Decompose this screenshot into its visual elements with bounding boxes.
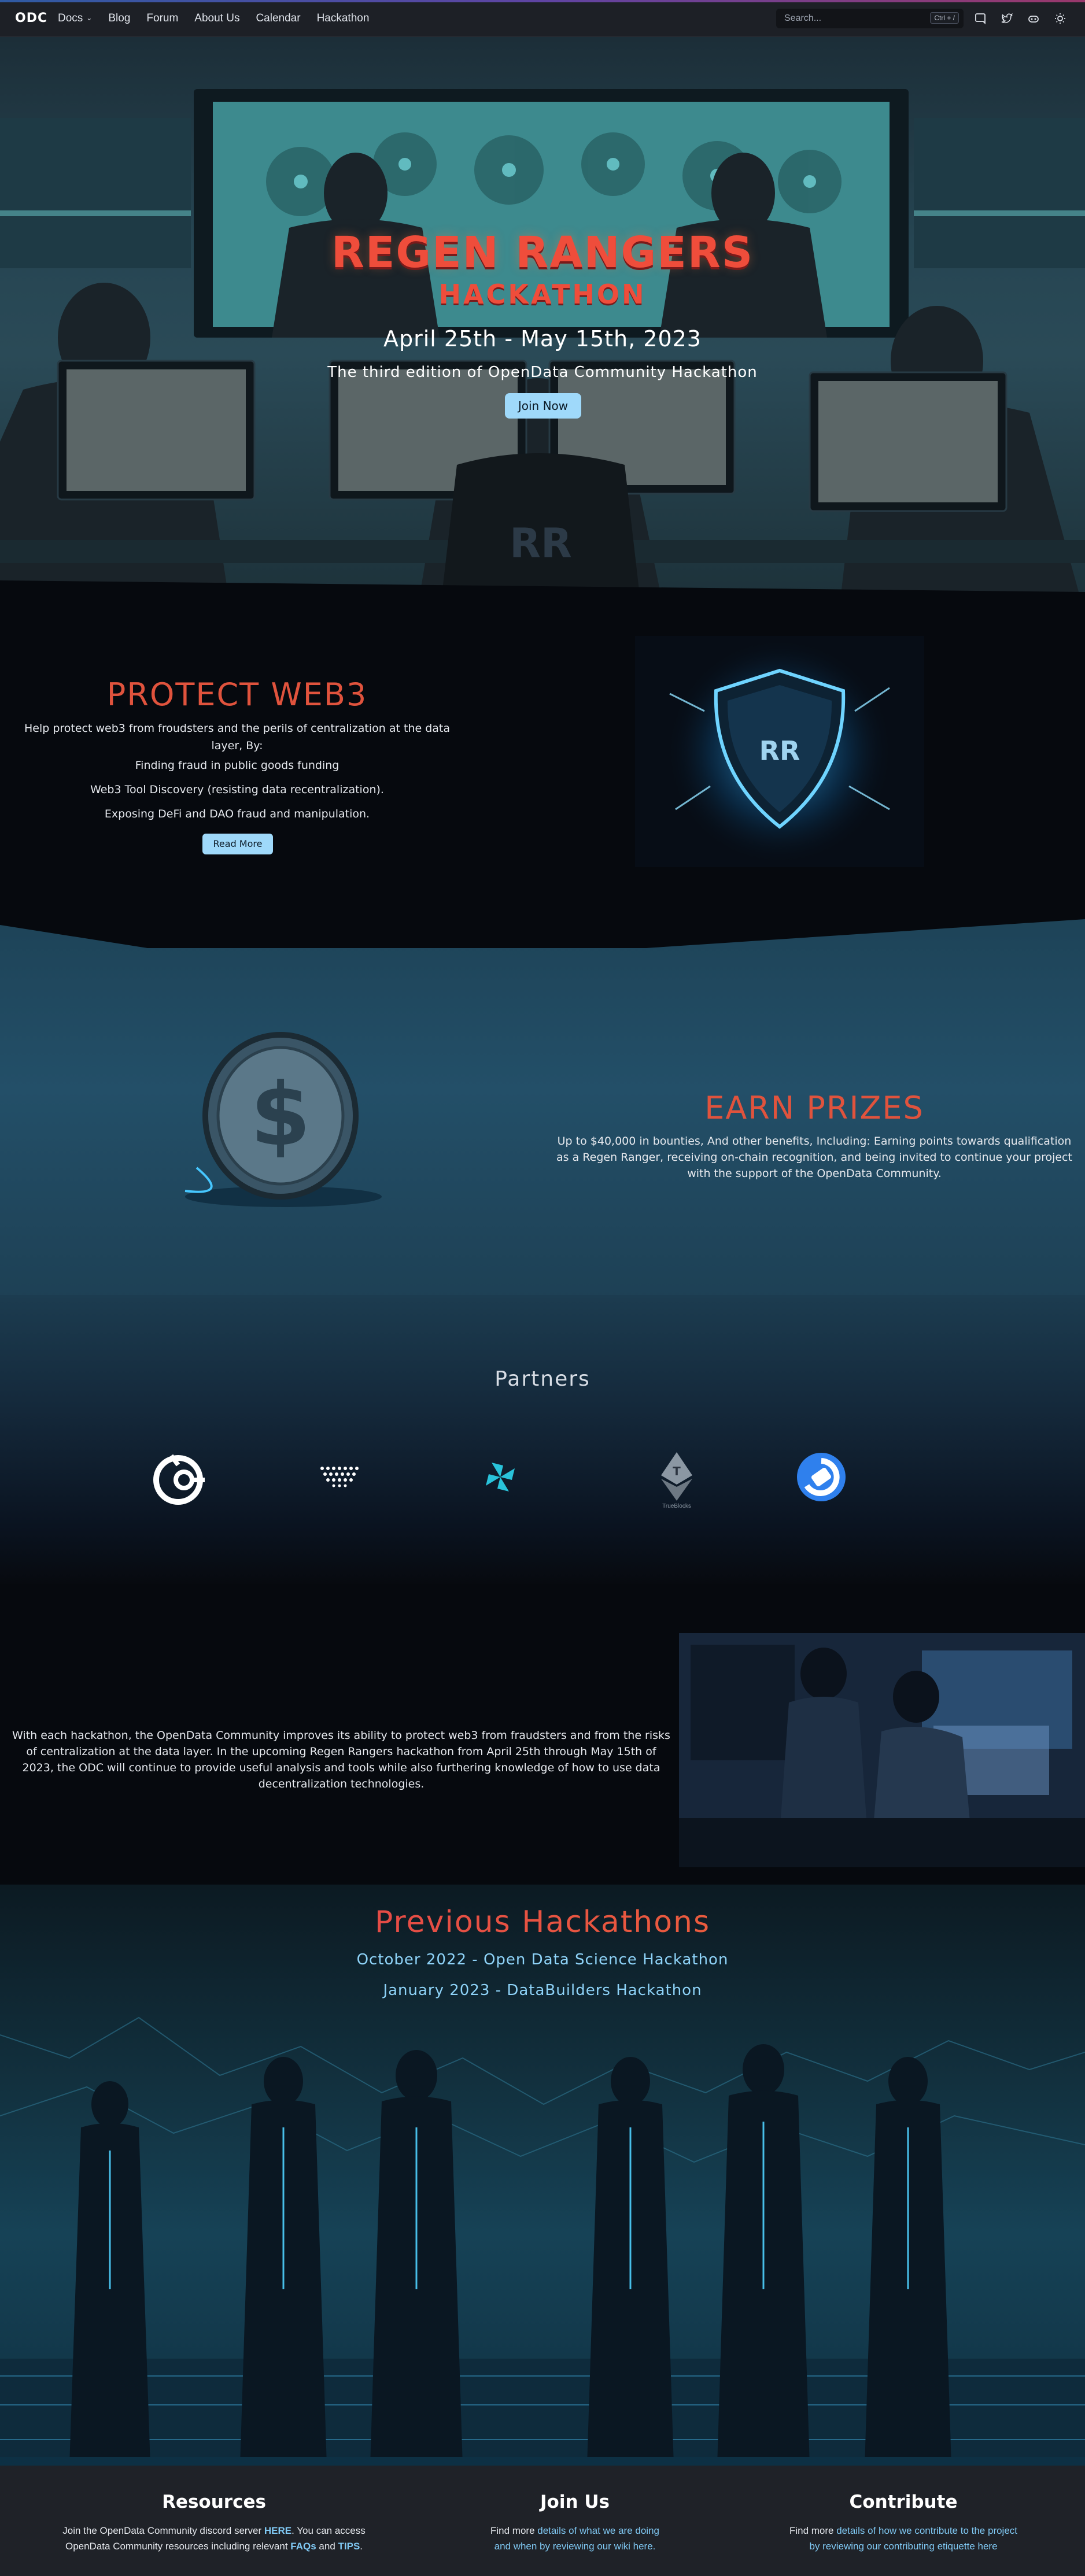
previous-hackathon-link[interactable]: October 2022 - Open Data Science Hackath… <box>0 1951 1085 1968</box>
partners-title: Partners <box>494 1367 591 1391</box>
footer-text: Join the OpenData Community discord serv… <box>62 2525 264 2536</box>
previous-hackathons-section: Previous Hackathons October 2022 - Open … <box>0 1885 1085 2466</box>
search-placeholder: Search... <box>784 13 822 23</box>
blue-circle-logo[interactable] <box>789 1445 853 1509</box>
chevron-down-icon: ⌄ <box>86 14 93 22</box>
footer-text: and <box>316 2541 338 2552</box>
twitter-icon[interactable] <box>1001 10 1013 27</box>
footer-text: . <box>360 2541 363 2552</box>
footer-join-title: Join Us <box>540 2492 610 2512</box>
nav-forum[interactable]: Forum <box>146 12 178 25</box>
footer-text: OpenData Community resources including r… <box>65 2541 291 2552</box>
pinwheel-logo[interactable] <box>468 1445 532 1509</box>
protect-item: Web3 Tool Discovery (resisting data rece… <box>90 783 384 796</box>
prizes-body: Up to $40,000 in bounties, And other ben… <box>556 1135 1072 1180</box>
footer-join-us: Join Us Find more details of what we are… <box>401 2492 748 2554</box>
footer-resources-title: Resources <box>162 2492 266 2512</box>
previous-hackathon-link[interactable]: January 2023 - DataBuilders Hackathon <box>0 1982 1085 1999</box>
protect-item: Exposing DeFi and DAO fraud and manipula… <box>104 808 370 820</box>
nav-links: Docs ⌄ Blog Forum About Us Calendar Hacka… <box>58 12 369 25</box>
wiki-here-link[interactable]: and when by reviewing our wiki here. <box>494 2541 656 2552</box>
footer-contribute-text: Find more details of how we contribute t… <box>730 2523 1077 2554</box>
svg-text:T: T <box>673 1464 681 1478</box>
partners-section: Partners T TrueBlocks <box>0 1295 1085 1584</box>
discord-icon[interactable] <box>974 10 987 27</box>
dollar-coin-image: $ <box>184 1032 382 1207</box>
discord-here-link[interactable]: HERE <box>264 2525 291 2536</box>
svg-text:$: $ <box>250 1065 311 1165</box>
protect-item: Finding fraud in public goods funding <box>135 759 339 772</box>
github-icon[interactable] <box>1027 10 1040 27</box>
office-illustration <box>679 1633 1085 1867</box>
theme-toggle-icon[interactable] <box>1054 10 1066 27</box>
hero-dates: April 25th - May 15th, 2023 <box>383 326 702 351</box>
trueblocks-label: TrueBlocks <box>662 1503 691 1509</box>
footer-contribute: Contribute Find more details of how we c… <box>730 2492 1077 2554</box>
nav-docs-label: Docs <box>58 12 83 24</box>
footer-text: . You can access <box>291 2525 366 2536</box>
faqs-link[interactable]: FAQs <box>290 2541 316 2552</box>
previous-hackathons-title: Previous Hackathons <box>0 1905 1085 1940</box>
top-navbar: ODC Docs ⌄ Blog Forum About Us Calendar H… <box>0 0 1085 37</box>
nav-about-us[interactable]: About Us <box>194 12 239 25</box>
footer-contribute-title: Contribute <box>849 2492 958 2512</box>
search-input[interactable]: Search... Ctrl + / <box>776 9 964 28</box>
footer-text: Find more <box>490 2525 538 2536</box>
nav-hackathon[interactable]: Hackathon <box>317 12 370 25</box>
ocean-protocol-logo[interactable] <box>308 1445 371 1509</box>
shield-image: RR <box>635 636 924 867</box>
rangers-illustration <box>0 2016 1085 2466</box>
footer-resources: Resources Join the OpenData Community di… <box>35 2492 393 2554</box>
hero-title: REGEN RANGERS <box>331 228 754 277</box>
footer-join-text: Find more details of what we are doing a… <box>401 2523 748 2554</box>
hero-section: RR REGEN RANGERS HACKATHON April 25th - … <box>0 37 1085 615</box>
trueblocks-logo[interactable]: T TrueBlocks <box>645 1445 708 1509</box>
hero-tagline: The third edition of OpenData Community … <box>327 364 758 381</box>
chair-rr-logo: RR <box>510 520 572 567</box>
join-now-button[interactable]: Join Now <box>505 393 581 419</box>
gitcoin-logo[interactable] <box>148 1445 212 1509</box>
nav-blog[interactable]: Blog <box>108 12 130 25</box>
footer-text: Find more <box>789 2525 837 2536</box>
earn-prizes-section: $ EARN PRIZES Up to $40,000 in bounties,… <box>0 902 1085 1318</box>
nav-icons <box>974 10 1066 27</box>
section-divider <box>0 902 1085 948</box>
footer-resources-text: Join the OpenData Community discord serv… <box>35 2523 393 2554</box>
contribute-details-link[interactable]: details of how we contribute to the proj… <box>836 2525 1017 2536</box>
footer: Resources Join the OpenData Community di… <box>0 2466 1085 2576</box>
wiki-details-link[interactable]: details of what we are doing <box>537 2525 659 2536</box>
brand-logo[interactable]: ODC <box>15 11 47 25</box>
search-shortcut: Ctrl + / <box>930 12 959 24</box>
tips-link[interactable]: TIPS <box>338 2541 360 2552</box>
nav-docs[interactable]: Docs ⌄ <box>58 12 92 25</box>
about-hackathon-section: With each hackathon, the OpenData Commun… <box>0 1584 1085 1885</box>
protect-title: PROTECT WEB3 <box>106 676 368 713</box>
protect-intro: Help protect web3 from froudsters and th… <box>24 722 451 752</box>
etiquette-link[interactable]: by reviewing our contributing etiquette … <box>809 2541 997 2552</box>
nav-calendar[interactable]: Calendar <box>256 12 300 25</box>
hero-subtitle: HACKATHON <box>438 279 647 310</box>
about-body: With each hackathon, the OpenData Commun… <box>12 1729 670 1790</box>
prizes-title: EARN PRIZES <box>704 1090 924 1126</box>
read-more-button[interactable]: Read More <box>202 834 273 854</box>
svg-text:RR: RR <box>759 735 800 767</box>
